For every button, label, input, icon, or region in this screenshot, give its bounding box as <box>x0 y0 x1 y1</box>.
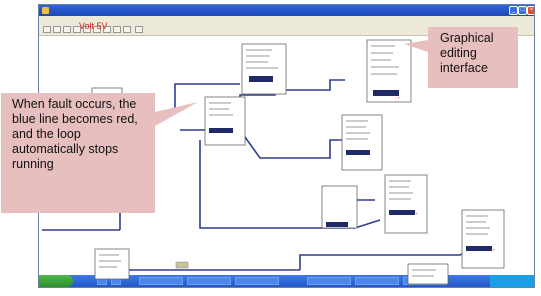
editor-callout-pointer <box>404 40 428 52</box>
fault-callout-pointer <box>155 102 198 126</box>
callout-pointers <box>155 40 428 126</box>
